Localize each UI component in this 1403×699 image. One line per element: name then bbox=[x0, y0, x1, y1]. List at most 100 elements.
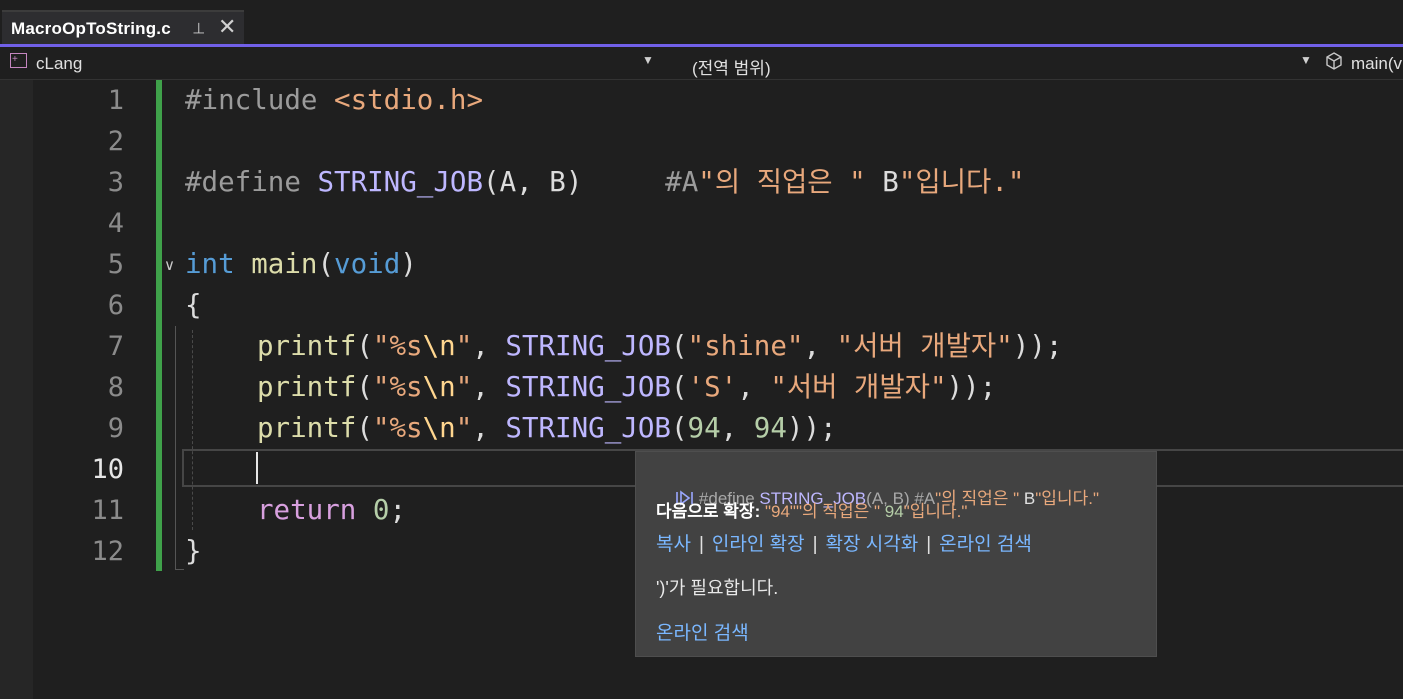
comma: , bbox=[472, 412, 506, 444]
string-literal: "%s bbox=[372, 412, 423, 444]
line-number: 1 bbox=[107, 85, 124, 116]
number-literal: 94 bbox=[880, 502, 904, 521]
paren: ( bbox=[670, 330, 688, 362]
keyword: return bbox=[257, 494, 357, 526]
tab-title: MacroOpToString.c bbox=[11, 19, 171, 38]
string-literal: "의 직업은 " bbox=[795, 502, 881, 521]
macro-param-ref: B bbox=[1019, 489, 1036, 508]
copy-link[interactable]: 복사 bbox=[656, 534, 691, 555]
tooltip-actions: 복사 | 인라인 확장 | 확장 시각화 | 온라인 검색 bbox=[656, 529, 1032, 556]
string-literal: "입니다." bbox=[898, 166, 1025, 198]
macro-params: (A, B) bbox=[483, 166, 583, 198]
open-brace: { bbox=[185, 289, 202, 321]
paren: ( bbox=[317, 248, 335, 280]
comma: , bbox=[472, 330, 506, 362]
line-number: 11 bbox=[91, 495, 124, 526]
include-header: <stdio.h> bbox=[334, 84, 484, 116]
statement-end: )); bbox=[786, 412, 837, 444]
code-line-3[interactable]: 3 #define STRING_JOB(A, B) #A"의 직업은 " B"… bbox=[0, 162, 1403, 203]
comma: , bbox=[803, 330, 837, 362]
code-line-4[interactable]: 4 bbox=[0, 203, 1403, 244]
line-number-current: 10 bbox=[91, 454, 124, 485]
macro-name: STRING_JOB bbox=[505, 330, 671, 362]
statement-end: )); bbox=[1012, 330, 1063, 362]
chevron-down-icon[interactable]: ▼ bbox=[1300, 53, 1312, 67]
fold-chevron-icon[interactable]: ∨ bbox=[164, 256, 175, 274]
paren: ) bbox=[400, 248, 417, 280]
paren: ( bbox=[356, 330, 373, 362]
code-line-6[interactable]: 6 { bbox=[0, 285, 1403, 326]
c-project-icon: + bbox=[10, 53, 27, 68]
statement-end: )); bbox=[946, 371, 997, 403]
line-number: 4 bbox=[107, 208, 124, 239]
string-literal: "94" bbox=[764, 502, 796, 521]
string-literal: "의 직업은 " bbox=[698, 166, 866, 198]
code-line-9[interactable]: 9 printf("%s\n", STRING_JOB(94, 94)); bbox=[0, 408, 1403, 449]
line-number: 6 bbox=[107, 290, 124, 321]
pin-icon[interactable]: ⊣ bbox=[190, 21, 208, 34]
function-name: printf bbox=[257, 412, 357, 444]
macro-name-error[interactable]: STRING_JOB bbox=[505, 412, 671, 444]
member-dropdown[interactable]: main(v bbox=[1320, 50, 1403, 76]
keyword: int bbox=[185, 248, 235, 280]
code-line-8[interactable]: 8 printf("%s\n", STRING_JOB('S', "서버 개발자… bbox=[0, 367, 1403, 408]
code-line-7[interactable]: 7 printf("%s\n", STRING_JOB("shine", "서버… bbox=[0, 326, 1403, 367]
number-literal: 0 bbox=[372, 494, 390, 526]
line-number: 8 bbox=[107, 372, 124, 403]
close-icon[interactable]: ✕ bbox=[218, 15, 236, 40]
scope-name: (전역 범위) bbox=[692, 59, 771, 78]
paren: ( bbox=[356, 412, 373, 444]
cube-icon bbox=[1326, 52, 1342, 70]
macro-param-ref: B bbox=[865, 166, 899, 198]
escape-sequence: \n bbox=[422, 371, 456, 403]
stringize-operator: #A bbox=[665, 166, 699, 198]
string-literal: "서버 개발자" bbox=[770, 371, 947, 403]
string-literal: " bbox=[455, 412, 473, 444]
comma: , bbox=[472, 371, 506, 403]
paren: ( bbox=[670, 371, 688, 403]
number-literal: 94 bbox=[753, 412, 787, 444]
separator: | bbox=[926, 534, 932, 555]
paren: ( bbox=[356, 371, 373, 403]
chevron-down-icon[interactable]: ▼ bbox=[642, 53, 654, 67]
search-online-link[interactable]: 온라인 검색 bbox=[939, 534, 1032, 555]
line-number: 2 bbox=[107, 126, 124, 157]
string-literal: "%s bbox=[372, 371, 423, 403]
member-name: main(v bbox=[1351, 54, 1403, 73]
string-literal: "입니다." bbox=[903, 502, 968, 521]
separator: | bbox=[698, 534, 704, 555]
line-number: 3 bbox=[107, 167, 124, 198]
paren: ( bbox=[670, 412, 688, 444]
preprocessor-directive: #define bbox=[185, 166, 318, 198]
string-literal: " bbox=[455, 371, 473, 403]
statement-end: ; bbox=[389, 494, 407, 526]
error-search-online-link[interactable]: 온라인 검색 bbox=[656, 618, 749, 645]
comma: , bbox=[720, 412, 754, 444]
close-brace: } bbox=[185, 535, 202, 567]
code-line-2[interactable]: 2 bbox=[0, 121, 1403, 162]
function-name: printf bbox=[257, 330, 357, 362]
keyword: void bbox=[334, 248, 401, 280]
expand-inline-link[interactable]: 인라인 확장 bbox=[712, 534, 805, 555]
code-line-5[interactable]: 5 ∨ int main(void) bbox=[0, 244, 1403, 285]
comma: , bbox=[737, 371, 771, 403]
line-number: 7 bbox=[107, 331, 124, 362]
string-literal: "shine" bbox=[687, 330, 804, 362]
line-number: 9 bbox=[107, 413, 124, 444]
escape-sequence: \n bbox=[422, 412, 456, 444]
project-dropdown[interactable]: + cLang ▼ bbox=[6, 50, 658, 76]
macro-name: STRING_JOB bbox=[317, 166, 484, 198]
separator: | bbox=[812, 534, 818, 555]
string-literal: "입니다." bbox=[1035, 489, 1099, 508]
expansion-label: 다음으로 확장: bbox=[656, 502, 765, 521]
tab-bar: MacroOpToString.c ⊣ ✕ bbox=[0, 0, 1403, 44]
code-line-1[interactable]: 1 #include <stdio.h> bbox=[0, 80, 1403, 121]
visualize-expansion-link[interactable]: 확장 시각화 bbox=[826, 534, 919, 555]
line-number: 12 bbox=[91, 536, 124, 567]
error-message: ')'가 필요합니다. bbox=[656, 578, 779, 598]
scope-dropdown[interactable]: (전역 범위) ▼ bbox=[664, 50, 1316, 78]
tab-macroop-tostring[interactable]: MacroOpToString.c ⊣ ✕ bbox=[2, 10, 244, 44]
